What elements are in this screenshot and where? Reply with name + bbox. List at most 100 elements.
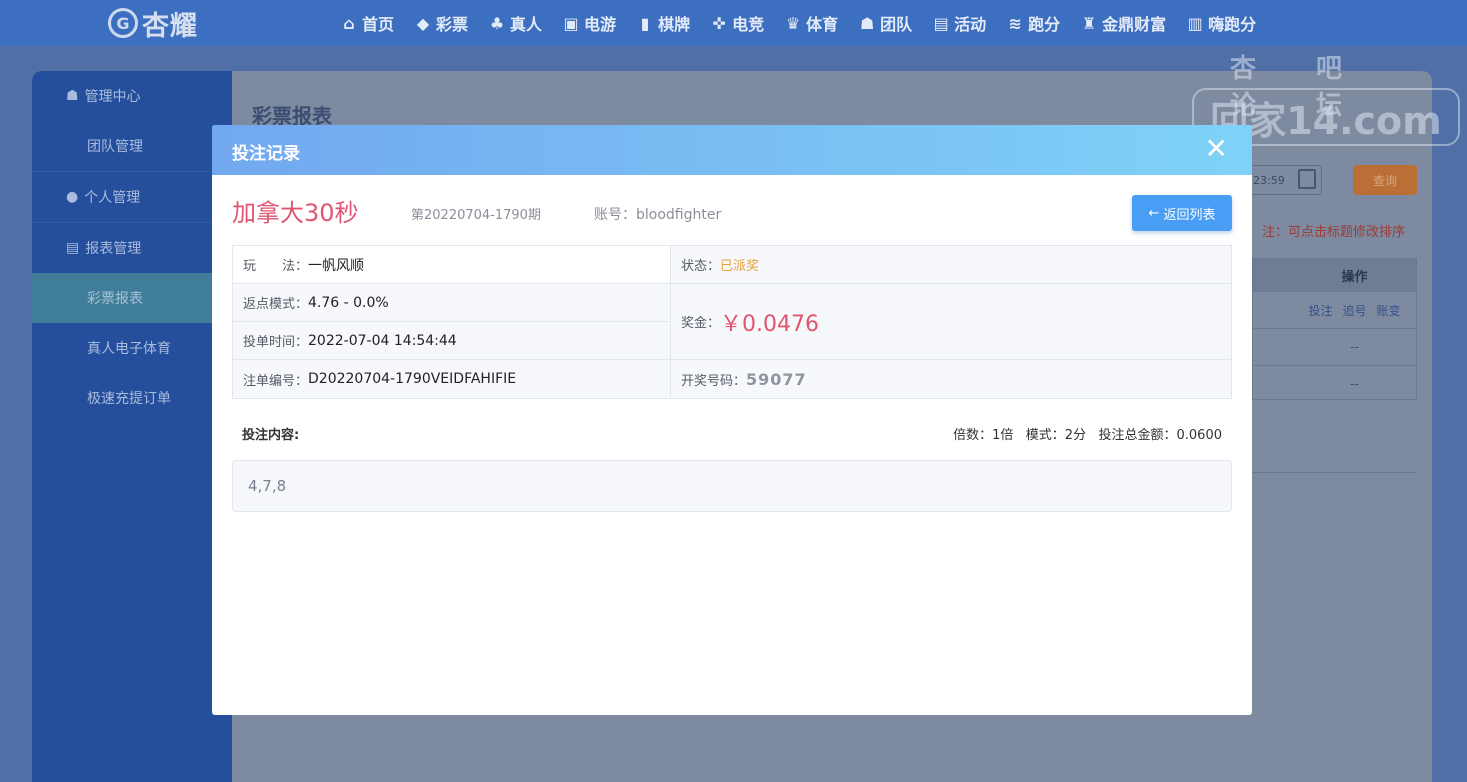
nav-item-9[interactable]: ≋ 跑分 [1006,11,1060,35]
empty-cell: -- [1350,340,1359,354]
table-row: 投注 追号 账变 [1253,291,1416,328]
wealth-icon: ♜ [1081,13,1097,33]
bet-summary: 倍数：1倍 模式：2分 投注总金额：0.0600 [953,424,1222,443]
order-number-label: 注单编号： [243,373,309,389]
back-to-list-button[interactable]: ← 返回列表 [1132,195,1232,231]
table-row: -- [1253,365,1416,402]
sidebar-item-team[interactable]: 团队管理 [32,121,232,171]
divider [1252,472,1417,473]
bet-link[interactable]: 投注 [1308,302,1332,319]
table-row: -- [1253,328,1416,365]
modal-title: 投注记录 [232,144,300,164]
nav-item-label: 电竞 [732,15,765,34]
logo-emblem-icon: G [108,8,138,38]
query-button[interactable]: 查询 [1353,165,1417,195]
nav-item-label: 棋牌 [658,15,691,34]
order-number-value: D20220704-1790VEIDFAHIFIE [308,371,517,387]
account-label: 账号： [594,207,636,223]
modal-header: 投注记录 ✕ [212,125,1252,175]
nav-item-label: 彩票 [436,15,469,34]
draw-number-value: 59077 [746,369,807,389]
account-value: bloodfighter [636,207,722,223]
nav-item-label: 金鼎财富 [1102,15,1167,34]
rebate-value: 4.76 - 0.0% [308,294,389,311]
sidebar-item-live-sports[interactable]: 真人电子体育 [32,323,232,373]
order-time-cell: 投单时间： 2022-07-04 14:54:44 [233,322,670,359]
sidebar-group-personal[interactable]: ● 个人管理 [32,172,232,222]
cards-icon: ▮ [640,13,650,33]
play-value: 一帆风顺 [308,257,365,274]
nav-item-5[interactable]: ✜ 电竞 [710,11,764,35]
slots-icon: ▣ [563,13,579,33]
back-button-label: 返回列表 [1163,207,1216,223]
play-cell: 玩 法： 一帆风顺 [233,246,670,283]
draw-number-label: 开奖号码： [681,373,747,389]
top-nav-bar: G 杏耀 ⌂ 首页 ◆ 彩票 ♣ 真人 ▣ 电游 ▮ 棋牌 ✜ 电竞 ♛ 体育 ☗ 团队 ▤ 活动 ≋ 跑分 ♜ 金鼎财富… [0,0,1467,46]
brand-logo[interactable]: G 杏耀 [108,4,198,42]
mode-value: 2分 [1064,428,1087,443]
rebate-label: 返点模式： [243,297,309,312]
prize-cell: 奖金： ￥0.0476 [671,284,1231,359]
main-nav: ⌂ 首页 ◆ 彩票 ♣ 真人 ▣ 电游 ▮ 棋牌 ✜ 电竞 ♛ 体育 ☗ 团队 ▤ 活动 ≋ 跑分 ♜ 金鼎财富 ▥ 嗨跑分 [340,0,1276,46]
nav-item-4[interactable]: ▮ 棋牌 [636,11,690,35]
sidebar-group-label: 管理中心 [84,89,141,105]
report-table: 操作 投注 追号 账变 -- -- [1252,258,1417,400]
nav-item-1[interactable]: ◆ 彩票 [414,11,468,35]
mode-label: 模式： [1025,428,1065,443]
sidebar-group-reports[interactable]: ▤ 报表管理 [32,223,232,273]
balance-change-link[interactable]: 账变 [1377,302,1401,319]
nav-item-8[interactable]: ▤ 活动 [932,11,987,35]
nav-item-11[interactable]: ▥ 嗨跑分 [1186,11,1257,35]
users-icon: ☗ [66,88,79,104]
draw-number-cell: 开奖号码： 59077 [671,360,1231,398]
sidebar-group-label: 报表管理 [85,241,142,257]
arrow-left-icon: ← [1148,205,1160,221]
nav-item-label: 嗨跑分 [1208,15,1257,34]
bet-content-label: 投注内容: [242,428,300,443]
total-amount-label: 投注总金额： [1098,428,1177,443]
sidebar-group-label: 个人管理 [84,190,141,206]
order-time-label: 投单时间： [243,335,309,350]
play-label: 玩 法： [243,259,309,274]
nav-item-label: 电游 [584,15,617,34]
nav-item-6[interactable]: ♛ 体育 [784,11,838,35]
nav-item-label: 活动 [954,15,987,34]
sidebar: ☗ 管理中心 团队管理 ● 个人管理 ▤ 报表管理 彩票报表 真人电子体育 极速… [32,71,232,782]
nav-item-label: 团队 [880,15,913,34]
lottery-name: 加拿大30秒 [232,199,359,227]
bet-detail-table: 玩 法： 一帆风顺 状态： 已派奖 返点模式： 4.76 - 0.0% 奖金： ￥0.0… [232,245,1232,399]
running-icon: ≋ [1008,13,1022,33]
prize-value: ￥0.0476 [720,311,819,337]
nav-item-label: 体育 [806,15,839,34]
nav-item-7[interactable]: ☗ 团队 [858,11,912,35]
multiplier-value: 1倍 [992,428,1014,443]
nav-item-2[interactable]: ♣ 真人 [488,11,542,35]
prize-label: 奖金： [681,316,721,331]
account-info: 账号：bloodfighter [594,204,721,224]
team-icon: ☗ [859,13,875,33]
calendar-icon[interactable] [1298,169,1316,189]
brand-name: 杏耀 [142,10,198,42]
multiplier-label: 倍数： [953,428,993,443]
sort-hint: 注：可点击标题修改排序 [1262,225,1406,240]
column-header-actions: 操作 [1253,259,1416,291]
home-icon: ⌂ [343,13,355,33]
nav-item-0[interactable]: ⌂ 首页 [340,11,394,35]
close-icon[interactable]: ✕ [1205,135,1228,163]
status-value: 已派奖 [720,259,760,274]
nav-item-3[interactable]: ▣ 电游 [562,11,616,35]
sidebar-item-fast-deposit[interactable]: 极速充提订单 [32,373,232,423]
gamepad-icon: ✜ [712,13,726,33]
hi-icon: ▥ [1187,13,1203,33]
gift-icon: ▤ [933,13,949,33]
order-time-value: 2022-07-04 14:54:44 [308,332,457,349]
chase-link[interactable]: 追号 [1342,302,1366,319]
bet-record-modal: 投注记录 ✕ 加拿大30秒 第20220704-1790期 账号：bloodfi… [212,125,1252,715]
status-label: 状态： [681,259,721,274]
sidebar-item-lottery-report[interactable]: 彩票报表 [32,273,232,323]
total-amount-value: 0.0600 [1176,428,1223,443]
empty-cell: -- [1350,377,1359,391]
lottery-icon: ◆ [416,13,430,33]
sidebar-group-management[interactable]: ☗ 管理中心 [32,71,232,121]
nav-item-10[interactable]: ♜ 金鼎财富 [1080,11,1166,35]
